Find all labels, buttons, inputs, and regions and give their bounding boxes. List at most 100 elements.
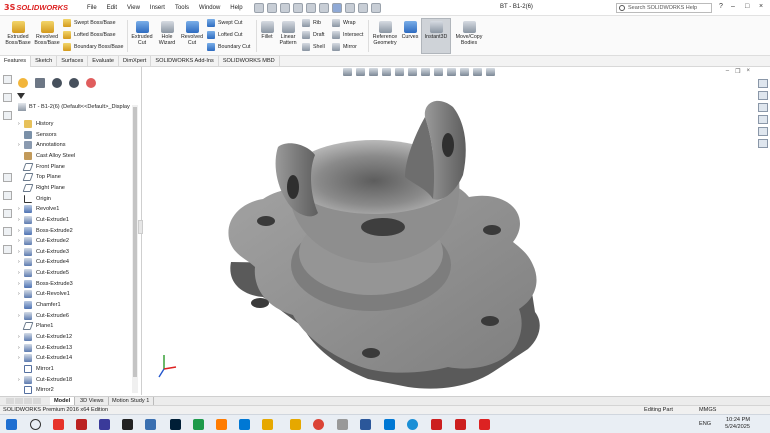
tab-mbd[interactable]: SOLIDWORKS MBD [219,56,280,67]
print-icon[interactable] [305,2,316,13]
tree-item[interactable]: › Annotations [18,140,66,150]
file-explorer-taskbar-icon[interactable] [262,419,273,430]
tree-item[interactable]: Chamfer1 [18,300,61,310]
search-icon[interactable] [30,419,41,430]
tree-item[interactable]: › History [18,119,53,129]
tree-root-part[interactable]: BT - B1-2(6) (Default<<Default>_Display [18,103,130,111]
tree-item[interactable]: Front Plane [18,162,65,172]
linear-pattern-button[interactable]: Linear Pattern [276,21,300,46]
tree-item[interactable]: › Cut-Extrude4 [18,257,69,267]
chrome-icon[interactable] [313,419,324,430]
menu-window[interactable]: Window [194,5,225,11]
tree-item[interactable]: › Revolve1 [18,204,59,214]
tool-strip-icon[interactable] [3,209,12,218]
scrollbar-thumb[interactable] [133,107,137,377]
system-clock[interactable]: 10:24 PM 5/24/2025 [725,417,750,431]
tree-item[interactable]: › Cut-Extrude6 [18,311,69,321]
select-icon[interactable] [331,2,342,13]
swept-cut-button[interactable]: Swept Cut [207,18,242,28]
tab-dimxpert[interactable]: DimXpert [119,56,152,67]
curves-button[interactable]: Curves [400,21,420,40]
filter-icon[interactable] [17,93,26,101]
view-palette-icon[interactable] [758,115,768,124]
tree-scrollbar[interactable] [132,105,138,393]
edge-icon[interactable] [407,419,418,430]
tree-item[interactable]: › Cut-Extrude2 [18,236,69,246]
home-icon[interactable] [253,2,264,13]
tool-strip-icon[interactable] [3,191,12,200]
feature-manager-icon[interactable] [18,78,28,88]
dreamweaver-icon[interactable] [122,419,133,430]
dimxpert-manager-icon[interactable] [69,78,79,88]
extruded-boss-button[interactable]: Extruded Boss/Base [3,21,33,46]
menu-tools[interactable]: Tools [170,5,194,11]
wrap-button[interactable]: Wrap [332,18,356,28]
first-tab-icon[interactable] [6,398,14,404]
configuration-manager-icon[interactable] [52,78,62,88]
app-icon[interactable] [76,419,87,430]
tree-item[interactable]: › Cut-Extrude1 [18,215,69,225]
lofted-boss-button[interactable]: Lofted Boss/Base [63,30,116,40]
design-library-icon[interactable] [758,91,768,100]
tree-item[interactable]: › Boss-Extrude3 [18,279,73,289]
tab-addins[interactable]: SOLIDWORKS Add-Ins [151,56,219,67]
tool-strip-icon[interactable] [3,93,12,102]
photoshop-icon[interactable] [170,419,181,430]
revolved-cut-button[interactable]: Revolved Cut [179,21,205,46]
tree-item[interactable]: › Cut-Revolve1 [18,289,70,299]
last-tab-icon[interactable] [33,398,41,404]
tool-strip-icon[interactable] [3,111,12,120]
custom-properties-icon[interactable] [758,139,768,148]
intersect-button[interactable]: Intersect [332,30,363,40]
reference-geometry-button[interactable]: Reference Geometry [370,21,400,46]
tree-item[interactable]: Origin [18,194,51,204]
close-button[interactable]: × [759,3,763,10]
prev-tab-icon[interactable] [15,398,23,404]
app-icon[interactable] [337,419,348,430]
tool-strip-icon[interactable] [3,227,12,236]
part-model-render[interactable] [143,67,756,395]
move-copy-bodies-button[interactable]: Move/Copy Bodies [452,21,486,46]
tree-item[interactable]: › Cut-Extrude12 [18,332,72,342]
maximize-button[interactable]: □ [745,3,749,10]
swept-boss-button[interactable]: Swept Boss/Base [63,18,116,28]
tree-item[interactable]: Mirror2 [18,385,54,395]
app-icon[interactable] [99,419,110,430]
tree-item[interactable]: Plane1 [18,321,53,331]
tab-sketch[interactable]: Sketch [31,56,58,67]
app-icon[interactable] [290,419,301,430]
units-selector[interactable]: MMGS [699,407,716,413]
lofted-cut-button[interactable]: Lofted Cut [207,30,242,40]
rebuild-icon[interactable] [344,2,355,13]
tree-item[interactable]: Top Plane [18,172,61,182]
tab-evaluate[interactable]: Evaluate [88,56,120,67]
tree-item[interactable]: Cast Alloy Steel [18,151,75,161]
app-icon[interactable] [384,419,395,430]
tree-item[interactable]: › Boss-Extrude2 [18,226,73,236]
tree-item[interactable]: › Cut-Extrude14 [18,353,72,363]
input-language[interactable]: ENG [699,421,711,427]
tree-item[interactable]: Mirror1 [18,364,54,374]
boundary-cut-button[interactable]: Boundary Cut [207,42,250,52]
shell-button[interactable]: Shell [302,42,325,52]
mirror-button[interactable]: Mirror [332,42,357,52]
tab-surfaces[interactable]: Surfaces [57,56,89,67]
options-icon[interactable] [370,2,381,13]
open-icon[interactable] [279,2,290,13]
file-explorer-icon[interactable] [758,103,768,112]
solidworks-taskbar-icon[interactable] [479,419,490,430]
app-icon[interactable] [431,419,442,430]
tree-item[interactable]: › Cut-Extrude13 [18,343,72,353]
help-icon[interactable]: ? [719,3,723,10]
graphics-area[interactable]: – ❐ × [143,67,756,395]
store-icon[interactable] [239,419,250,430]
minimize-button[interactable]: – [731,3,735,10]
menu-view[interactable]: View [122,5,145,11]
tree-item[interactable]: › Cut-Extrude18 [18,375,72,385]
app-icon[interactable] [53,419,64,430]
tree-item[interactable]: Right Plane [18,183,65,193]
help-search-input[interactable]: Search SOLIDWORKS Help [616,3,712,13]
tool-strip-icon[interactable] [3,75,12,84]
tree-item[interactable]: Sensors [18,130,57,140]
fillet-button[interactable]: Fillet [258,21,276,40]
